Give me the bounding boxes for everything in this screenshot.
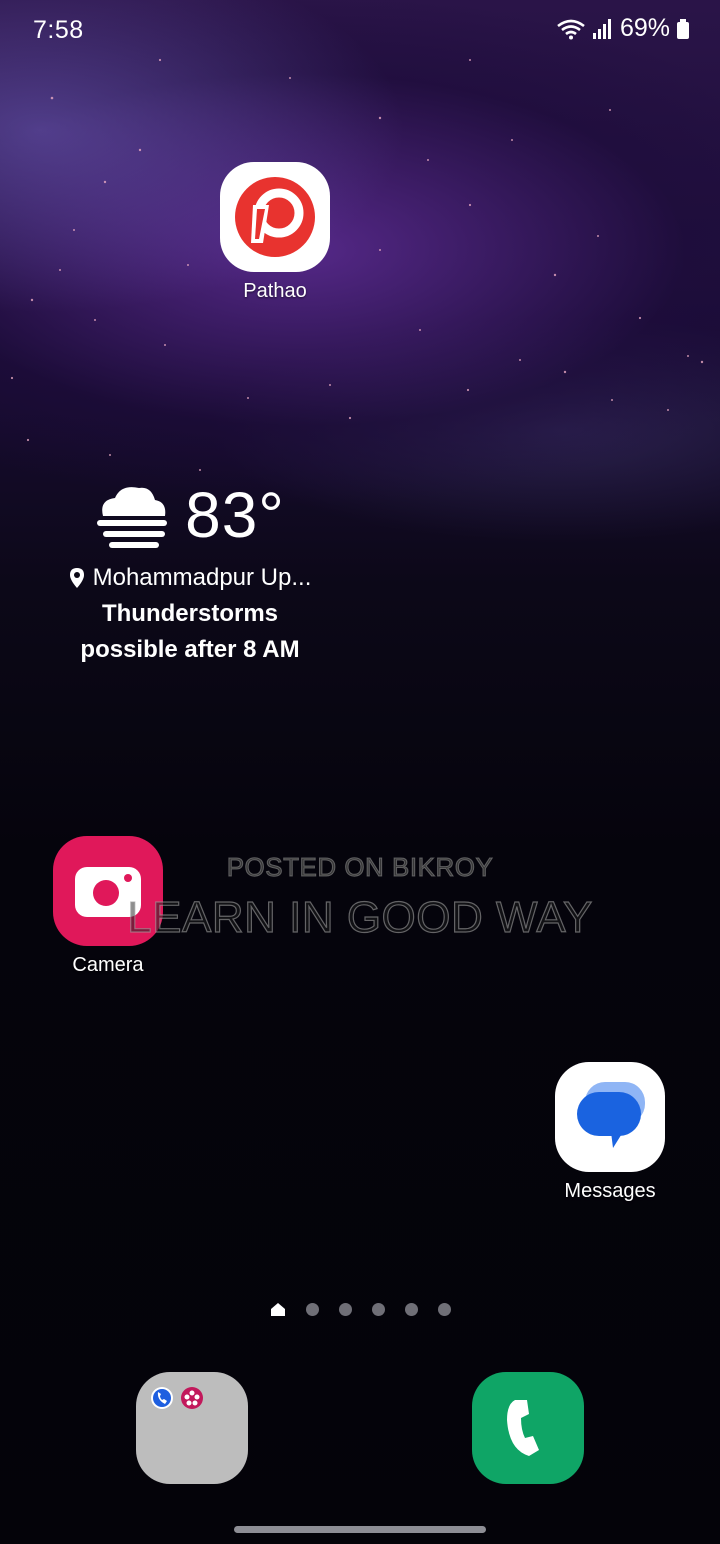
weather-temperature: 83° <box>185 479 285 551</box>
battery-percent: 69% <box>619 14 670 42</box>
status-time: 7:58 <box>33 16 84 44</box>
signal-icon <box>592 18 611 39</box>
battery-icon <box>677 18 689 39</box>
folder-icon <box>136 1372 248 1484</box>
weather-condition-line1: Thunderstorms <box>101 600 278 627</box>
dock-phone[interactable] <box>472 1372 584 1484</box>
app-pathao[interactable]: Pathao <box>220 162 330 303</box>
watermark-line2: LEARN IN GOOD WAY <box>127 892 593 942</box>
page-dot[interactable] <box>338 1303 352 1316</box>
weather-location: Mohammadpur Up... <box>92 564 312 591</box>
dock-folder[interactable] <box>136 1372 248 1484</box>
phone-mini-icon <box>151 1387 173 1409</box>
app-label-pathao: Pathao <box>243 280 307 302</box>
bixby-mini-icon <box>181 1387 203 1409</box>
app-label-messages: Messages <box>564 1180 656 1202</box>
page-dot[interactable] <box>305 1303 319 1316</box>
status-icons: 69% <box>556 14 690 43</box>
weather-widget[interactable]: 83° Mohammadpur Up... Thunderstorms poss… <box>40 478 340 668</box>
phone-icon <box>472 1372 584 1484</box>
weather-condition-line2: possible after 8 AM <box>80 636 300 663</box>
page-dot[interactable] <box>371 1303 385 1316</box>
fog-cloud-icon <box>97 487 168 548</box>
home-icon[interactable] <box>270 1302 286 1317</box>
messages-icon <box>555 1062 665 1172</box>
page-indicator[interactable] <box>0 1302 720 1317</box>
wallpaper-stars <box>10 58 704 471</box>
watermark-line1: POSTED ON BIKROY <box>226 852 494 883</box>
page-dot[interactable] <box>404 1303 418 1316</box>
navigation-handle[interactable] <box>234 1526 486 1533</box>
home-screen: 7:58 69% Pathao 83° Mohammadpur Up... Th… <box>0 0 720 1544</box>
app-label-camera: Camera <box>72 954 144 976</box>
wifi-icon <box>557 19 585 39</box>
app-messages[interactable]: Messages <box>555 1062 665 1203</box>
page-dot[interactable] <box>437 1303 451 1316</box>
location-pin-icon <box>69 568 84 588</box>
pathao-logo-icon <box>220 162 330 272</box>
